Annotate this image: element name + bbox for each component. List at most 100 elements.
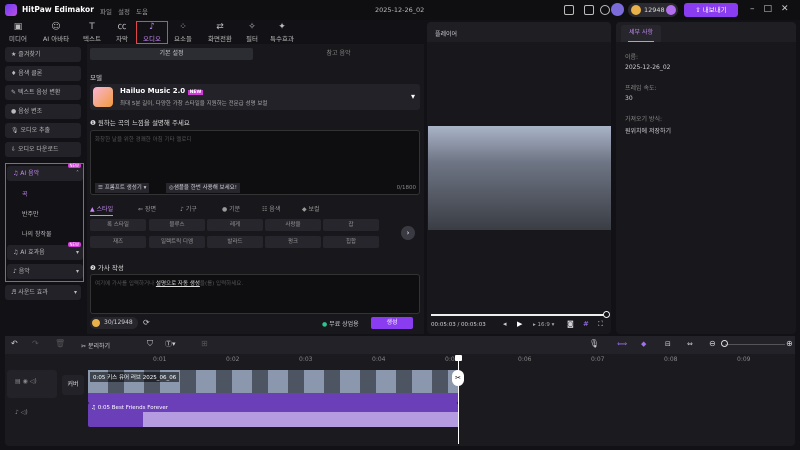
tab-subtitle[interactable]: ㏄ 자막 (110, 22, 134, 43)
sidebar-item-ai-sfx[interactable]: ♫ AI 효과음 ▾ (7, 245, 83, 260)
audio-track-controls[interactable]: ♪ ◁) (7, 405, 57, 423)
zoom-slider-handle[interactable] (721, 340, 728, 347)
prompt-generator-button[interactable]: ☰ 프롬프트 생성기 ▾ (95, 183, 150, 193)
style-chip[interactable]: 발라드 (207, 236, 263, 248)
zoom-slider[interactable] (725, 344, 785, 345)
description-input[interactable]: 화창한 날을 위한 경쾌한 아침 기타 멜로디 ☰ 프롬프트 생성기 ▾ ◎샘플… (90, 130, 420, 195)
video-preview[interactable] (428, 126, 611, 230)
style-chip[interactable]: 사랑을 (265, 219, 321, 231)
sidebar-sub-instrumental[interactable]: 반주만 (22, 209, 39, 218)
zoom-out-icon[interactable]: ⊖ (709, 339, 716, 348)
style-chip[interactable]: 록 스타일 (90, 219, 146, 231)
sidebar-item-tts[interactable]: ✎ 텍스트 음성 변환 (5, 85, 81, 100)
export-button[interactable]: ⇪ 내보내기 (684, 3, 738, 17)
sidebar-item-audio-download[interactable]: ⇩ 오디오 다운로드 (5, 142, 81, 157)
tab-ai-avatar[interactable]: ☺ AI 아바타 (38, 22, 74, 43)
main-tabs: ▣ 미디어 ☺ AI 아바타 T 텍스트 ㏄ 자막 ♪ 오디오 ⁘ 요소들 ⇄ 화면전환 ✧ 필… (0, 20, 424, 44)
tab-filter[interactable]: ✧ 필터 (240, 22, 264, 43)
style-chip[interactable]: 레게 (207, 219, 263, 231)
zoom-in-icon[interactable]: ⊕ (786, 339, 793, 348)
sidebar-item-ai-music[interactable]: ♫ AI 음악 ˄ (7, 166, 83, 181)
playhead-handle[interactable] (455, 355, 462, 361)
add-coins-icon[interactable] (666, 5, 676, 15)
model-description: 최대 5분 길이, 다양한 가창 스타일을 지원하는 전문급 성명 보컬 (120, 101, 268, 107)
style-tab-timbre[interactable]: ☷ 음색 (262, 204, 280, 213)
sidebar-item-voice-clone[interactable]: ♦ 음색 클론 (5, 66, 81, 81)
sidebar-item-audio-extract[interactable]: 🎙 오디오 추출 (5, 123, 81, 138)
play-icon[interactable]: ▶ (517, 320, 522, 328)
lyrics-placeholder: 여기에 가사를 입력하거나 설명으로 자동 생성을(를) 입력하세요. (95, 281, 244, 287)
fit-icon[interactable]: ⇔ (687, 340, 693, 348)
window-controls[interactable]: –□✕ (750, 4, 798, 14)
aspect-ratio-select[interactable]: ▸ 16:9 ▾ (533, 322, 554, 328)
audio-clip[interactable]: ♫ 0:05 Best Friends Forever (88, 403, 458, 427)
microphone-icon[interactable]: 🎙 (589, 339, 599, 348)
add-icon[interactable]: ⊞ (201, 339, 208, 348)
layout-icon[interactable] (564, 5, 574, 15)
style-tab-mood[interactable]: ● 기분 (222, 204, 240, 213)
menu-settings[interactable]: 설정 (118, 6, 130, 16)
tab-basic-settings[interactable]: 기본 설정 (90, 48, 253, 60)
snapshot-icon[interactable]: ◙ (567, 320, 574, 328)
try-sample-button[interactable]: ◎샘플을 한번 사용해 보세요! (166, 183, 240, 193)
magnet-icon[interactable]: ◆ (641, 340, 646, 348)
redo-icon[interactable]: ↷ (32, 339, 39, 348)
style-tab-scene[interactable]: ⇐ 장면 (138, 204, 156, 213)
style-tab-instrument[interactable]: ♪ 기구 (180, 204, 197, 213)
menu-help[interactable]: 도움 (136, 6, 148, 16)
cover-button[interactable]: 커버 (62, 375, 84, 395)
progress-bar[interactable] (431, 314, 606, 316)
split-audio-icon[interactable]: ⊟ (665, 340, 671, 348)
link-icon[interactable]: ⟺ (617, 340, 627, 348)
fullscreen-icon[interactable]: ⛶ (598, 320, 603, 329)
style-chip[interactable]: 펑크 (265, 236, 321, 248)
style-chip[interactable]: 재즈 (90, 236, 146, 248)
style-chip[interactable]: 블루스 (149, 219, 205, 231)
download-icon[interactable] (600, 5, 610, 15)
description-placeholder: 화창한 날을 위한 경쾌한 아침 기타 멜로디 (95, 137, 192, 143)
sidebar-sub-my-creations[interactable]: 나의 창작물 (22, 229, 52, 238)
tab-text[interactable]: T 텍스트 (78, 22, 106, 43)
style-tab-vocal[interactable]: ◆ 보컬 (302, 204, 320, 213)
split-button[interactable]: ✂ 분리하기 (81, 341, 110, 350)
style-chip[interactable]: 일렉트릭 디엠 (149, 236, 205, 248)
video-track-controls[interactable]: ▤ ◉ ◁) (7, 370, 57, 398)
model-selector[interactable]: Hailuo Music 2.0 NEW 최대 5분 길이, 다양한 가창 스타… (90, 84, 420, 110)
tab-audio[interactable]: ♪ 오디오 (136, 21, 168, 44)
sidebar-item-favorites[interactable]: ★ 즐겨찾기 (5, 47, 81, 62)
tab-details[interactable]: 세부 사항 (621, 25, 661, 42)
generate-button[interactable]: 생성 (371, 317, 413, 329)
chips-next-button[interactable]: › (401, 226, 415, 240)
sidebar-item-sound-effects[interactable]: ♬ 사운드 효과 ▾ (5, 285, 81, 300)
delete-icon[interactable]: 🗑 (55, 339, 65, 348)
char-count: 0/1800 (396, 185, 416, 191)
tab-transition[interactable]: ⇄ 화면전환 (202, 22, 238, 43)
marker-icon[interactable]: ⛉ (147, 339, 153, 349)
tab-reference-music[interactable]: 참고 음악 (257, 48, 420, 60)
grid-icon[interactable]: # (583, 320, 589, 328)
video-clip[interactable]: 0:05 키스 유어 러브 2025_06_06 (88, 370, 458, 403)
filter-icon: ✧ (248, 22, 256, 32)
sidebar-item-voice-changer[interactable]: ● 음성 변조 (5, 104, 81, 119)
auto-generate-link[interactable]: 설명으로 자동 생성 (156, 281, 200, 287)
timeline-ruler[interactable]: 0:01 0:02 0:03 0:04 0:05 0:06 0:07 0:08 … (60, 355, 795, 367)
tab-media[interactable]: ▣ 미디어 (4, 22, 32, 43)
text-tool-icon[interactable]: Ⓣ▾ (165, 339, 176, 349)
prev-frame-icon[interactable]: ◂ (503, 320, 507, 328)
scissors-icon[interactable]: ✂ (452, 370, 464, 386)
style-chip[interactable]: 잡 (323, 219, 379, 231)
lyrics-input[interactable]: 여기에 가사를 입력하거나 설명으로 자동 생성을(를) 입력하세요. (90, 274, 420, 314)
sidebar-sub-song[interactable]: 곡 (22, 189, 28, 198)
feedback-icon[interactable] (584, 5, 594, 15)
avatar[interactable] (611, 3, 624, 16)
refresh-icon[interactable]: ⟳ (143, 318, 150, 327)
style-tab-style[interactable]: ▲ 스타일 (90, 204, 114, 216)
tab-elements[interactable]: ⁘ 요소들 (170, 22, 196, 43)
progress-handle[interactable] (603, 311, 610, 318)
tab-effects[interactable]: ✦ 특수효과 (266, 22, 298, 43)
menu-file[interactable]: 파일 (100, 6, 112, 16)
style-chip[interactable]: 힙합 (323, 236, 379, 248)
sidebar-item-music[interactable]: ♪ 음악 ▾ (7, 264, 83, 279)
undo-icon[interactable]: ↶ (11, 339, 18, 348)
coin-balance[interactable]: 12948 (628, 3, 678, 17)
